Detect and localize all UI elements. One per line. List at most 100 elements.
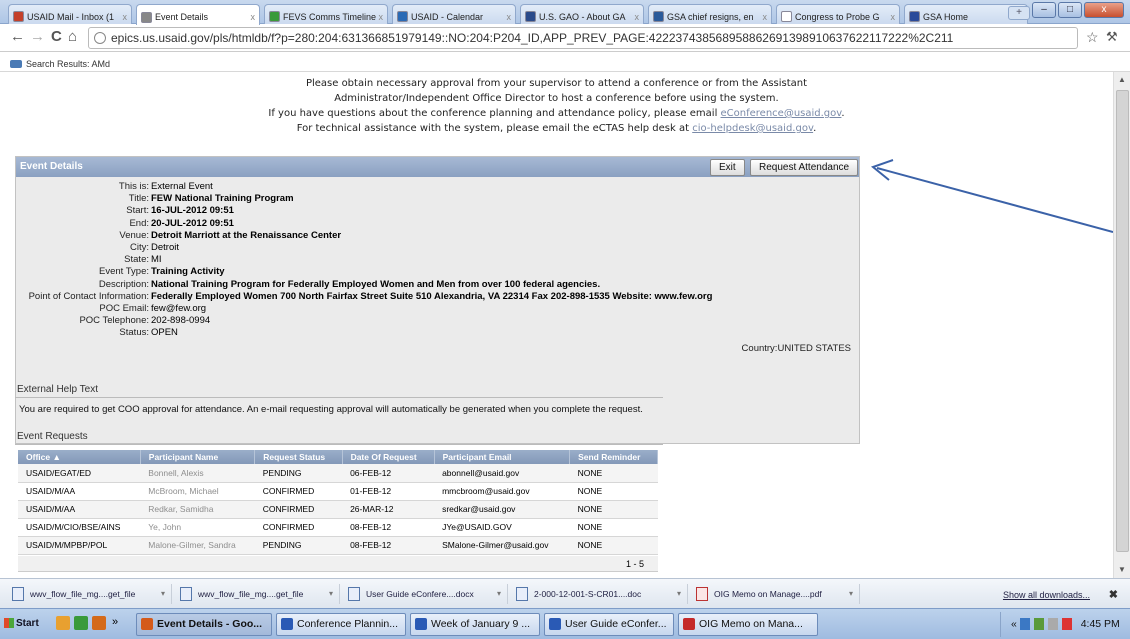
download-filename: OIG Memo on Manage....pdf: [714, 589, 822, 599]
taskbar-window-button[interactable]: User Guide eConfer...: [544, 613, 674, 636]
close-shelf-icon[interactable]: ✖: [1109, 588, 1118, 601]
quick-launch-icon[interactable]: [56, 616, 70, 630]
window-title: Event Details - Goo...: [157, 618, 263, 630]
browser-tab-strip: USAID Mail - Inbox (1 x Event Details x FEVS…: [0, 0, 1130, 25]
favicon-icon: [269, 11, 280, 22]
more-quick-launch-icon[interactable]: »: [112, 616, 118, 628]
chevron-down-icon[interactable]: ▾: [849, 584, 853, 604]
download-shelf: wwv_flow_file_mg....get_file ▾ wwv_flow_fi…: [0, 578, 1130, 608]
show-all-downloads-link[interactable]: Show all downloads...: [1003, 590, 1090, 600]
taskbar-window-button[interactable]: OIG Memo on Mana...: [678, 613, 818, 636]
pdf-file-icon: [696, 587, 708, 601]
download-filename: wwv_flow_file_mg....get_file: [30, 589, 136, 599]
download-item[interactable]: OIG Memo on Manage....pdf ▾: [692, 584, 860, 604]
app-icon: [683, 618, 695, 630]
browser-tab[interactable]: U.S. GAO - About GA x: [520, 4, 644, 24]
taskbar-window-button[interactable]: Week of January 9 ...: [410, 613, 540, 636]
download-filename: User Guide eConfere....docx: [366, 589, 474, 599]
favicon-icon: [781, 11, 792, 22]
window-title: OIG Memo on Mana...: [699, 618, 803, 630]
favicon-icon: [13, 11, 24, 22]
document-file-icon: [180, 587, 192, 601]
page-info-icon[interactable]: [94, 32, 106, 44]
taskbar-window-button[interactable]: Conference Plannin...: [276, 613, 406, 636]
download-filename: wwv_flow_file_mg....get_file: [198, 589, 304, 599]
browser-tab[interactable]: USAID Mail - Inbox (1 x: [8, 4, 132, 24]
download-item[interactable]: wwv_flow_file_mg....get_file ▾: [8, 584, 172, 604]
app-icon: [141, 618, 153, 630]
bookmark-icon: [10, 59, 22, 68]
browser-tab[interactable]: Congress to Probe G x: [776, 4, 900, 24]
tab-title: GSA Home: [923, 11, 969, 22]
tab-title: USAID - Calendar: [411, 11, 484, 22]
tab-close-icon[interactable]: x: [763, 12, 768, 22]
chevron-down-icon[interactable]: ▾: [161, 584, 165, 604]
bookmark-star-icon[interactable]: ☆: [1086, 29, 1099, 45]
document-file-icon: [12, 587, 24, 601]
document-file-icon: [348, 587, 360, 601]
bookmark-search-results[interactable]: Search Results: AMd: [26, 59, 110, 69]
scroll-up-arrow-icon[interactable]: ▲: [1118, 75, 1126, 84]
windows-logo-icon: [4, 618, 14, 628]
address-bar[interactable]: epics.us.usaid.gov/pls/htmldb/f?p=280:20…: [88, 27, 1078, 49]
tray-icons[interactable]: [1019, 618, 1072, 631]
reload-icon[interactable]: C: [51, 29, 62, 45]
wrench-menu-icon[interactable]: ⚒: [1106, 29, 1118, 45]
outlook-quick-launch-icon[interactable]: [92, 616, 106, 630]
forward-arrow-icon[interactable]: →: [30, 29, 45, 45]
favicon-icon: [653, 11, 664, 22]
clock: 4:45 PM: [1080, 618, 1120, 630]
chevron-down-icon[interactable]: ▾: [329, 584, 333, 604]
tray-expand-icon[interactable]: «: [1011, 618, 1017, 630]
tab-close-icon[interactable]: x: [507, 12, 512, 22]
windows-taskbar: Start » Event Details - Goo... Conference…: [0, 608, 1130, 639]
app-icon: [549, 618, 561, 630]
window-title: User Guide eConfer...: [565, 618, 667, 630]
scroll-down-arrow-icon[interactable]: ▼: [1118, 565, 1126, 574]
new-tab-button[interactable]: +: [1008, 6, 1030, 20]
vertical-scrollbar[interactable]: ▲ ▼: [1113, 72, 1130, 578]
app-icon: [281, 618, 293, 630]
close-window-button[interactable]: x: [1084, 2, 1124, 18]
download-item[interactable]: 2-000-12-001-S-CR01....doc ▾: [512, 584, 688, 604]
download-item[interactable]: User Guide eConfere....docx ▾: [344, 584, 508, 604]
tab-close-icon[interactable]: x: [379, 12, 384, 22]
browser-toolbar: ← → C ⌂ epics.us.usaid.gov/pls/htmldb/f?…: [0, 24, 1130, 52]
tab-close-icon[interactable]: x: [891, 12, 896, 22]
maximize-button[interactable]: □: [1058, 2, 1082, 18]
chevron-down-icon[interactable]: ▾: [677, 584, 681, 604]
tab-title: Event Details: [155, 12, 209, 22]
taskbar-window-button[interactable]: Event Details - Goo...: [136, 613, 272, 636]
app-icon: [415, 618, 427, 630]
tab-close-icon[interactable]: x: [635, 12, 640, 22]
tab-close-icon[interactable]: x: [123, 12, 128, 22]
chevron-down-icon[interactable]: ▾: [497, 584, 501, 604]
start-button[interactable]: Start: [2, 614, 42, 634]
home-icon[interactable]: ⌂: [68, 29, 77, 45]
tab-title: USAID Mail - Inbox (1: [27, 11, 115, 22]
favicon-icon: [397, 11, 408, 22]
excel-quick-launch-icon[interactable]: [74, 616, 88, 630]
back-arrow-icon[interactable]: ←: [10, 29, 25, 45]
favicon-icon: [141, 11, 152, 23]
tab-title: Congress to Probe G: [795, 11, 880, 22]
window-title: Conference Plannin...: [297, 618, 398, 630]
tab-title: FEVS Comms Timeline: [283, 11, 376, 22]
tab-title: U.S. GAO - About GA: [539, 11, 626, 22]
system-tray: « 4:45 PM: [1000, 612, 1130, 637]
download-item[interactable]: wwv_flow_file_mg....get_file ▾: [176, 584, 340, 604]
browser-tab[interactable]: GSA chief resigns, en x: [648, 4, 772, 24]
browser-tab[interactable]: Event Details x: [136, 4, 260, 25]
bookmarks-bar: Search Results: AMd: [0, 52, 1130, 72]
window-title: Week of January 9 ...: [431, 618, 531, 630]
tab-close-icon[interactable]: x: [251, 12, 256, 22]
minimize-button[interactable]: –: [1032, 2, 1056, 18]
page-viewport: Please obtain necessary approval from yo…: [0, 72, 1113, 578]
favicon-icon: [525, 11, 536, 22]
browser-tab[interactable]: FEVS Comms Timeline x: [264, 4, 388, 24]
tab-title: GSA chief resigns, en: [667, 11, 754, 22]
browser-tab[interactable]: USAID - Calendar x: [392, 4, 516, 24]
favicon-icon: [909, 11, 920, 22]
download-filename: 2-000-12-001-S-CR01....doc: [534, 589, 642, 599]
scrollbar-thumb[interactable]: [1116, 90, 1129, 552]
